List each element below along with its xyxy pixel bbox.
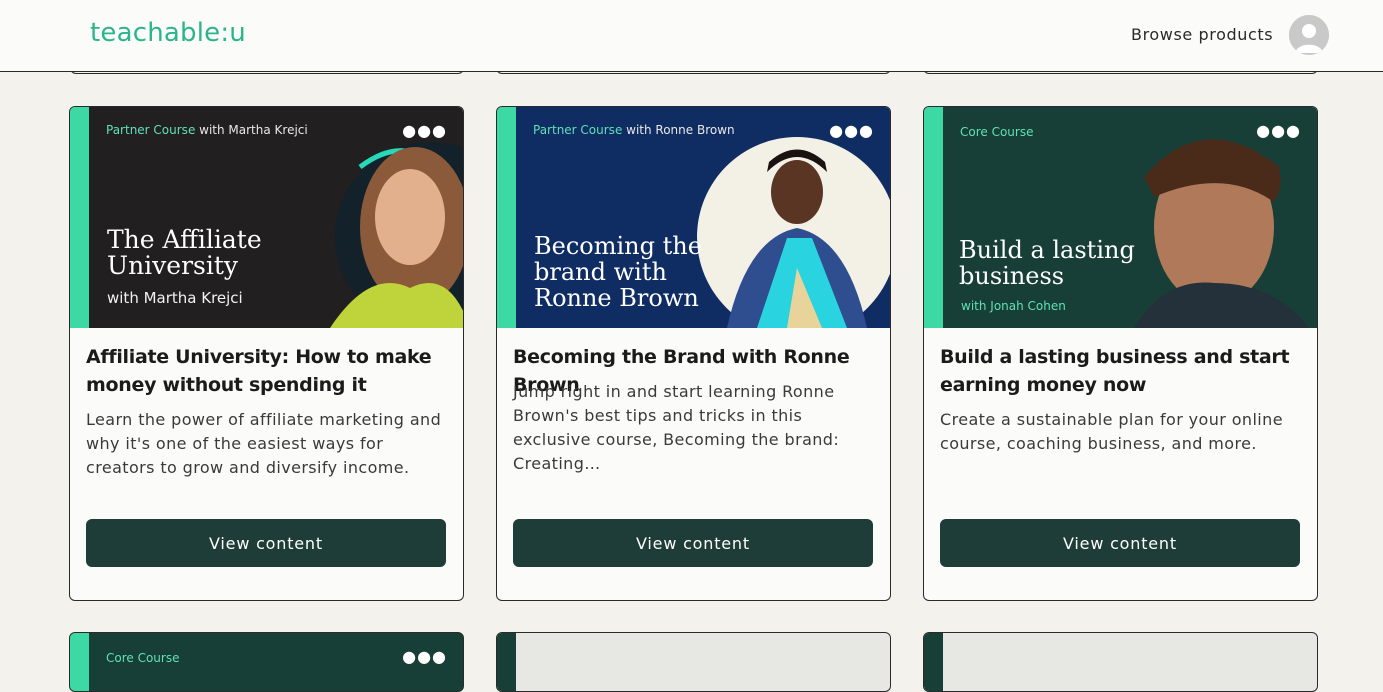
- accent-strip: [924, 633, 943, 691]
- view-content-button[interactable]: View content: [513, 519, 873, 567]
- top-nav: teachable:u Browse products: [0, 0, 1383, 72]
- accent-strip: [70, 107, 89, 328]
- more-options-icon[interactable]: ●●●: [402, 121, 447, 140]
- thumbnail-subtitle: with Martha Krejci: [107, 289, 243, 307]
- accent-strip: [70, 633, 89, 691]
- course-card-business[interactable]: Core Course ●●● Build a lasting business…: [923, 106, 1318, 601]
- course-thumbnail[interactable]: Core Course ●●● Build a lasting business…: [924, 107, 1317, 328]
- view-content-button[interactable]: View content: [86, 519, 446, 567]
- course-card-affiliate[interactable]: Partner Course with Martha Krejci ●●● Th…: [69, 106, 464, 601]
- thumbnail-title: The Affiliate University: [107, 225, 262, 280]
- thumbnail-title: Becoming the brand with Ronne Brown: [534, 232, 702, 312]
- browse-products-link[interactable]: Browse products: [1131, 25, 1273, 44]
- view-content-button[interactable]: View content: [940, 519, 1300, 567]
- more-options-icon[interactable]: ●●●: [402, 647, 447, 666]
- thumbnail-subtitle: with Jonah Cohen: [961, 299, 1066, 313]
- thumbnail-kicker: Core Course: [960, 125, 1034, 139]
- more-options-icon[interactable]: ●●●: [829, 121, 874, 140]
- course-thumbnail[interactable]: Partner Course with Martha Krejci ●●● Th…: [70, 107, 463, 328]
- course-title[interactable]: Affiliate University: How to make money …: [86, 343, 451, 399]
- thumbnail-title: Build a lasting business: [959, 236, 1135, 290]
- course-description: Jump right in and start learning Ronne B…: [513, 382, 840, 473]
- course-description: Create a sustainable plan for your onlin…: [940, 410, 1283, 453]
- accent-strip: [497, 107, 516, 328]
- thumbnail-kicker: Partner Course with Ronne Brown: [533, 123, 735, 137]
- thumbnail-kicker: Core Course: [106, 651, 180, 665]
- user-icon: [1289, 15, 1329, 55]
- next-row-card-2[interactable]: [496, 632, 891, 692]
- course-title[interactable]: Build a lasting business and start earni…: [940, 343, 1305, 399]
- accent-strip: [924, 107, 943, 328]
- next-row-card-1[interactable]: Core Course ●●●: [69, 632, 464, 692]
- thumbnail-kicker: Partner Course with Martha Krejci: [106, 123, 308, 137]
- accent-strip: [497, 633, 516, 691]
- course-description: Learn the power of affiliate marketing a…: [86, 410, 442, 477]
- next-row-card-3[interactable]: [923, 632, 1318, 692]
- course-card-brand[interactable]: Partner Course with Ronne Brown ●●● Beco…: [496, 106, 891, 601]
- course-thumbnail[interactable]: Partner Course with Ronne Brown ●●● Beco…: [497, 107, 890, 328]
- more-options-icon[interactable]: ●●●: [1256, 121, 1301, 140]
- avatar[interactable]: [1289, 15, 1329, 55]
- teachable-logo[interactable]: teachable:u: [90, 18, 246, 48]
- instructor-photo: [1134, 139, 1309, 328]
